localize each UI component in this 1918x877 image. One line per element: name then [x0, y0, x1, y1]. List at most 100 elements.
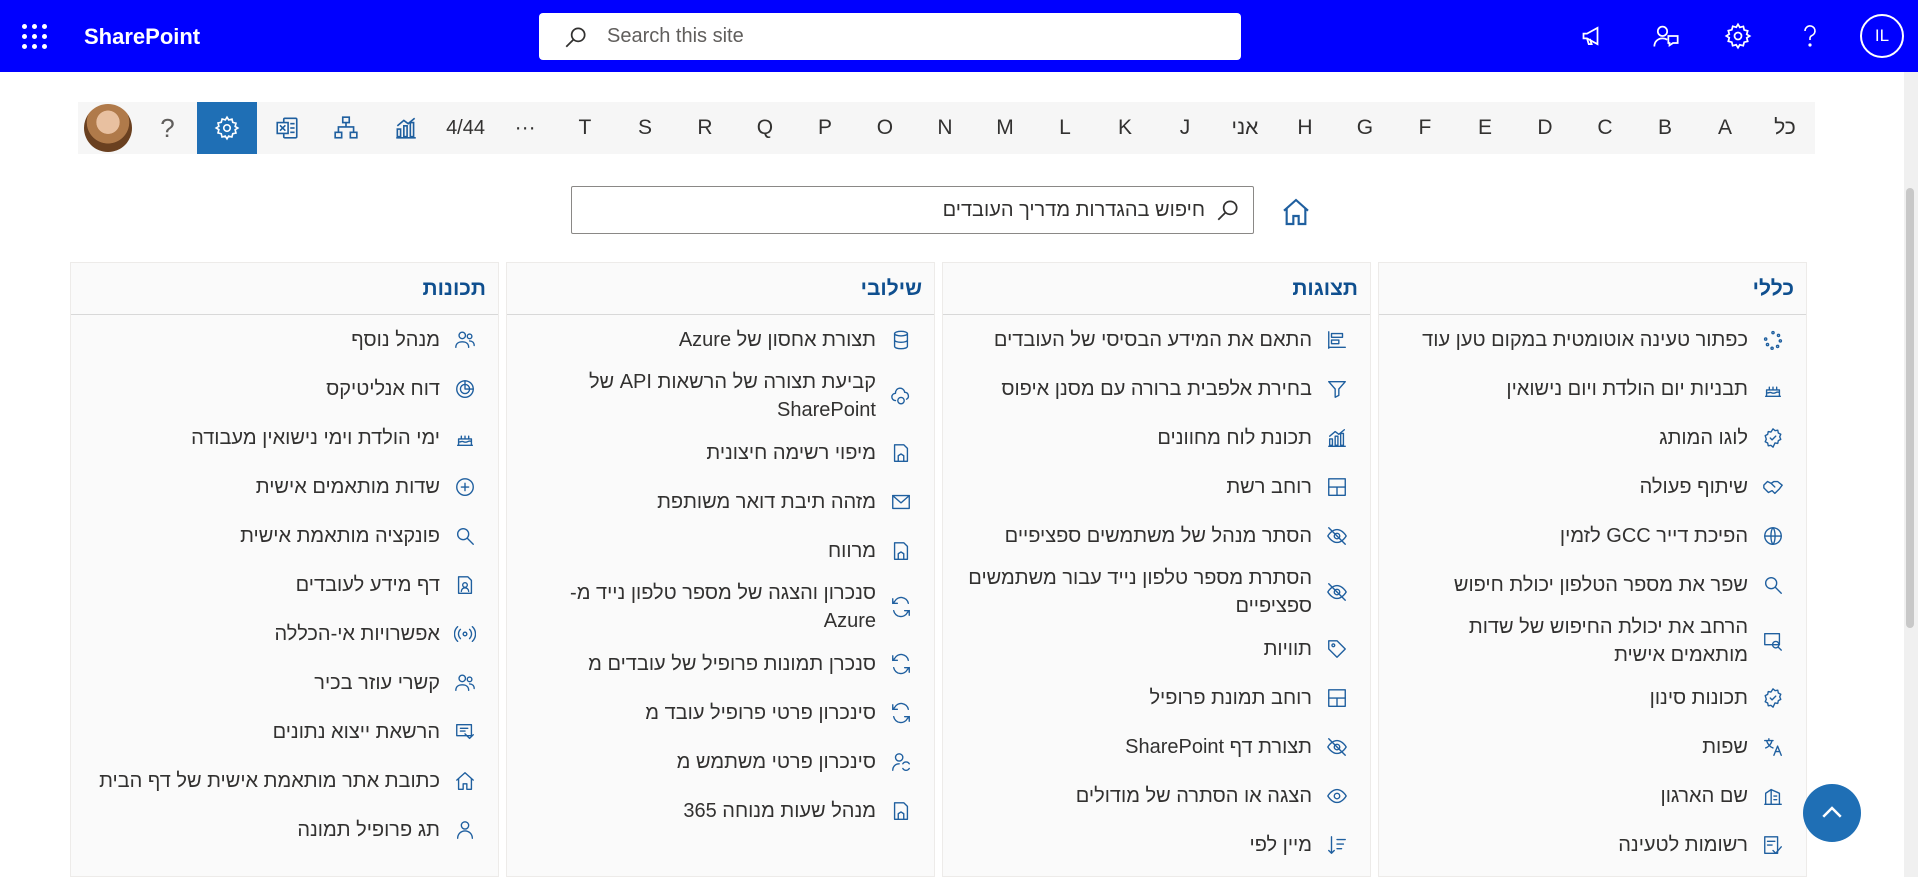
settings-item-label: מנהל נוסף [351, 328, 440, 351]
settings-item[interactable]: רשומות לטעינה [1379, 820, 1806, 869]
sync-icon [890, 702, 912, 724]
settings-item[interactable]: תכונות סינון [1379, 673, 1806, 722]
alphabet-filter-item[interactable]: B [1635, 102, 1695, 154]
settings-item[interactable]: תוויות [943, 624, 1370, 673]
dashboard-button[interactable] [376, 102, 436, 154]
alphabet-filter-item[interactable]: H [1275, 102, 1335, 154]
org-chart-button[interactable] [317, 102, 377, 154]
settings-item[interactable]: שם הארגון [1379, 771, 1806, 820]
settings-item[interactable]: סנכרון והצגה של מספר טלפון נייד מ-Azure [507, 575, 934, 639]
settings-item[interactable]: מנהל נוסף [71, 315, 498, 364]
alphabet-filter-item[interactable]: G [1335, 102, 1395, 154]
settings-item[interactable]: כתובת אתר מותאמת אישית של דף הבית [71, 756, 498, 805]
settings-item[interactable]: שדות מותאמים אישית [71, 462, 498, 511]
settings-item-label: מנהל שעות מנוחה 365 [683, 799, 876, 822]
settings-item[interactable]: שפר את מספר הטלפון יכולת חיפוש [1379, 560, 1806, 609]
alphabet-filter-item[interactable]: D [1515, 102, 1575, 154]
settings-item[interactable]: מיין לפי [943, 820, 1370, 869]
alphabet-filter-item[interactable]: A [1695, 102, 1755, 154]
alphabet-filter-item[interactable]: אני [1215, 102, 1275, 154]
settings-search-input[interactable] [605, 198, 1205, 222]
database-icon [890, 329, 912, 351]
settings-item[interactable]: שפות [1379, 722, 1806, 771]
settings-item[interactable]: דף מידע לעובדים [71, 560, 498, 609]
alphabet-filter-item[interactable]: L [1035, 102, 1095, 154]
settings-item[interactable]: סנכרן תמונות פרופיל של עובדים מ [507, 639, 934, 688]
eye-off-icon [1326, 581, 1348, 603]
settings-item[interactable]: הסתרת מספר טלפון נייד עבור משתמשים ספציפ… [943, 560, 1370, 624]
settings-item[interactable]: סינכרון פרטי משתמש מ [507, 737, 934, 786]
settings-item[interactable]: תכונת לוח מחוונים [943, 413, 1370, 462]
settings-item[interactable]: מזהה תיבת דואר משותפת [507, 477, 934, 526]
settings-item[interactable]: שיתוף פעולה [1379, 462, 1806, 511]
chat-person-icon[interactable] [1630, 0, 1702, 72]
settings-item-label: רוחב תמונת פרופיל [1149, 686, 1312, 709]
settings-item[interactable]: רוחב תמונת פרופיל [943, 673, 1370, 722]
alphabet-filter-item[interactable]: P [795, 102, 855, 154]
settings-item[interactable]: הפיכת דייר GCC לזמין [1379, 511, 1806, 560]
settings-item[interactable]: רוחב רשת [943, 462, 1370, 511]
alphabet-filter-item[interactable]: T [555, 102, 615, 154]
alphabet-filter-item[interactable]: S [615, 102, 675, 154]
alphabet-filter-item[interactable]: F [1395, 102, 1455, 154]
alphabet-filter-item[interactable]: E [1455, 102, 1515, 154]
help-button[interactable]: ? [138, 102, 198, 154]
alphabet-filter-item[interactable]: J [1155, 102, 1215, 154]
sync-icon [890, 596, 912, 618]
settings-item[interactable]: התאם את המידע הבסיסי של העובדים [943, 315, 1370, 364]
settings-item[interactable]: כפתור טעינה אוטומטית במקום טען עוד [1379, 315, 1806, 364]
settings-item[interactable]: תצורת דף SharePoint [943, 722, 1370, 771]
settings-item[interactable]: ימי הולדת וימי נישואין מעבודה [71, 413, 498, 462]
settings-item[interactable]: הרשאת ייצוא נתונים [71, 707, 498, 756]
settings-item-label: הצגה או הסתרה של מודולים [1075, 784, 1312, 807]
settings-item[interactable]: הצגה או הסתרה של מודולים [943, 771, 1370, 820]
settings-item[interactable]: אפשרויות אי-הכללה [71, 609, 498, 658]
alphabet-filter-item[interactable]: R [675, 102, 735, 154]
scrollbar-thumb[interactable] [1906, 188, 1914, 628]
settings-item[interactable]: לוגו המותג [1379, 413, 1806, 462]
settings-item[interactable]: קשרי עוזר בכיר [71, 658, 498, 707]
search-window-icon [1762, 630, 1784, 652]
app-launcher-icon[interactable] [22, 24, 48, 50]
help-icon: ? [160, 112, 175, 143]
settings-item-label: תצורת אחסון של Azure [678, 328, 876, 351]
settings-item[interactable]: קביעת תצורה של הרשאות API של SharePoint [507, 364, 934, 428]
eye-icon [1326, 785, 1348, 807]
gear-icon[interactable] [1702, 0, 1774, 72]
settings-button[interactable] [197, 102, 257, 154]
alphabet-filter-item[interactable]: N [915, 102, 975, 154]
org-chart-icon [334, 116, 358, 139]
profile-photo[interactable] [84, 104, 132, 152]
settings-search[interactable] [571, 186, 1254, 234]
alphabet-filter-item[interactable]: O [855, 102, 915, 154]
settings-item[interactable]: הסתר מנהל של משתמשים ספציפיים [943, 511, 1370, 560]
settings-item[interactable]: מיפוי רשימה חיצונית [507, 428, 934, 477]
megaphone-icon[interactable] [1558, 0, 1630, 72]
back-to-top-button[interactable] [1803, 784, 1861, 842]
alphabet-filter-item[interactable]: Q [735, 102, 795, 154]
settings-item[interactable]: תצורת אחסון של Azure [507, 315, 934, 364]
site-search-input[interactable] [607, 25, 1207, 48]
alphabet-filter-item[interactable]: כל [1755, 102, 1815, 154]
brand-name[interactable]: SharePoint [84, 24, 200, 50]
settings-item[interactable]: תג פרופיל תמונה [71, 805, 498, 854]
site-search[interactable] [539, 13, 1241, 60]
home-icon[interactable] [1280, 196, 1312, 228]
excel-export-button[interactable] [257, 102, 317, 154]
settings-item[interactable]: פונקציה מותאמת אישית [71, 511, 498, 560]
settings-item[interactable]: סינכרון פרטי פרופיל עובד מ [507, 688, 934, 737]
settings-item[interactable]: דוח אנליטיקס [71, 364, 498, 413]
settings-item[interactable]: תבניות יום הולדת ויום נישואין [1379, 364, 1806, 413]
alphabet-filter-item[interactable]: C [1575, 102, 1635, 154]
help-icon[interactable] [1774, 0, 1846, 72]
settings-item[interactable]: מרווח [507, 526, 934, 575]
settings-item[interactable]: בחירת אלפבית ברורה עם מסנן איפוס [943, 364, 1370, 413]
settings-item[interactable]: מנהל שעות מנוחה 365 [507, 786, 934, 835]
settings-item-label: סנכרן תמונות פרופיל של עובדים מ [588, 652, 876, 675]
settings-item[interactable]: הרחב את יכולת החיפוש של שדות מותאמים איש… [1379, 609, 1806, 673]
alphabet-filter-item[interactable]: K [1095, 102, 1155, 154]
more-button[interactable]: ··· [495, 102, 555, 154]
user-avatar[interactable]: IL [1846, 0, 1918, 72]
settings-item-label: סינכרון פרטי משתמש מ [676, 750, 876, 773]
alphabet-filter-item[interactable]: M [975, 102, 1035, 154]
